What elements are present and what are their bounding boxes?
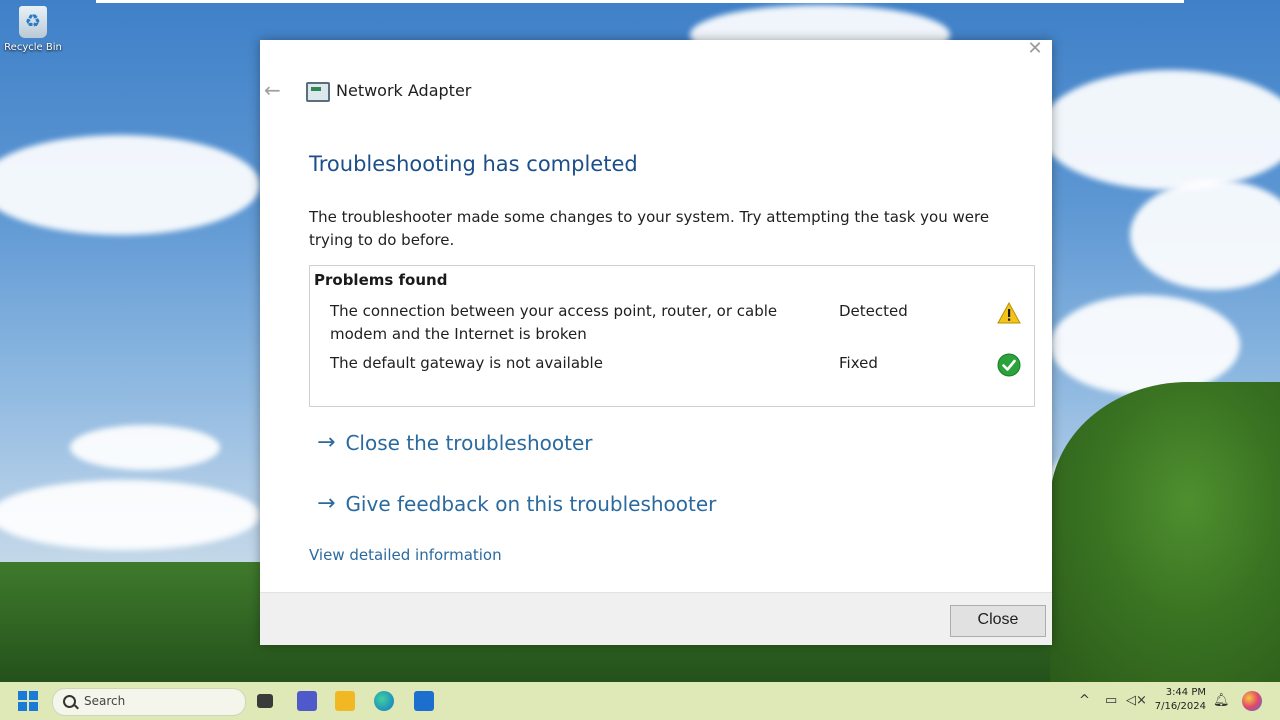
check-icon: [997, 353, 1021, 377]
dialog-footer: Close: [260, 592, 1052, 645]
problem-text: The connection between your access point…: [330, 302, 778, 343]
search-placeholder: Search: [84, 694, 126, 708]
cloud: [1040, 70, 1280, 190]
close-troubleshooter-link[interactable]: → Close the troubleshooter: [317, 430, 593, 455]
recycle-bin-label: Recycle Bin: [4, 42, 62, 53]
cloud: [0, 480, 260, 550]
warning-icon: [997, 301, 1021, 324]
give-feedback-label: Give feedback on this troubleshooter: [345, 491, 717, 516]
store-icon[interactable]: [414, 691, 434, 711]
arrow-right-icon: →: [317, 491, 336, 516]
dialog-header: ← Network Adapter: [260, 78, 1052, 106]
taskbar: Search ^ ▭ ◁× 3:44 PM 7/16/2024 🔔︎: [0, 682, 1280, 720]
recycle-bin-shortcut[interactable]: Recycle Bin: [4, 6, 62, 53]
close-button[interactable]: Close: [950, 605, 1046, 637]
copilot-icon[interactable]: [1242, 691, 1262, 711]
cloud: [0, 135, 260, 235]
taskbar-search-box[interactable]: Search: [52, 688, 246, 716]
file-explorer-icon[interactable]: [335, 691, 355, 711]
network-icon[interactable]: ▭: [1105, 693, 1117, 708]
notification-bell-icon[interactable]: 🔔︎: [1213, 693, 1230, 708]
volume-muted-icon[interactable]: ◁×: [1126, 693, 1147, 708]
search-icon: [63, 695, 76, 708]
clock-time[interactable]: 3:44 PM: [1150, 687, 1206, 698]
windows-logo-icon: [18, 702, 27, 711]
tree-cluster: [1050, 382, 1280, 682]
task-view-icon[interactable]: [257, 694, 273, 708]
start-button[interactable]: [18, 691, 38, 711]
top-strip: [96, 0, 1184, 3]
problems-found-title: Problems found: [314, 271, 448, 289]
windows-logo-icon: [29, 702, 38, 711]
description-text: The troubleshooter made some changes to …: [309, 208, 990, 249]
close-troubleshooter-label: Close the troubleshooter: [345, 430, 593, 455]
give-feedback-link[interactable]: → Give feedback on this troubleshooter: [317, 491, 716, 516]
cloud: [70, 425, 220, 470]
back-arrow-icon[interactable]: ←: [264, 78, 281, 102]
troubleshooter-dialog: ✕ ← Network Adapter Troubleshooting has …: [260, 40, 1052, 645]
problem-text: The default gateway is not available: [330, 354, 603, 372]
page-title: Troubleshooting has completed: [309, 152, 638, 176]
chevron-up-icon[interactable]: ^: [1079, 693, 1090, 708]
recycle-bin-icon: [19, 6, 47, 38]
view-detailed-information-link[interactable]: View detailed information: [309, 546, 502, 564]
edge-icon[interactable]: [374, 691, 394, 711]
arrow-right-icon: →: [317, 430, 336, 455]
windows-logo-icon: [18, 691, 27, 700]
problems-found-box: Problems found The connection between yo…: [309, 265, 1035, 407]
problem-status: Detected: [839, 302, 908, 320]
problem-status: Fixed: [839, 354, 878, 372]
close-window-button[interactable]: ✕: [1024, 40, 1046, 60]
teams-icon[interactable]: [297, 691, 317, 711]
dialog-header-title: Network Adapter: [336, 81, 472, 100]
cloud: [1130, 180, 1280, 290]
windows-logo-icon: [29, 691, 38, 700]
network-adapter-icon: [306, 82, 330, 102]
clock-date[interactable]: 7/16/2024: [1150, 701, 1206, 712]
cloud: [1050, 295, 1240, 395]
